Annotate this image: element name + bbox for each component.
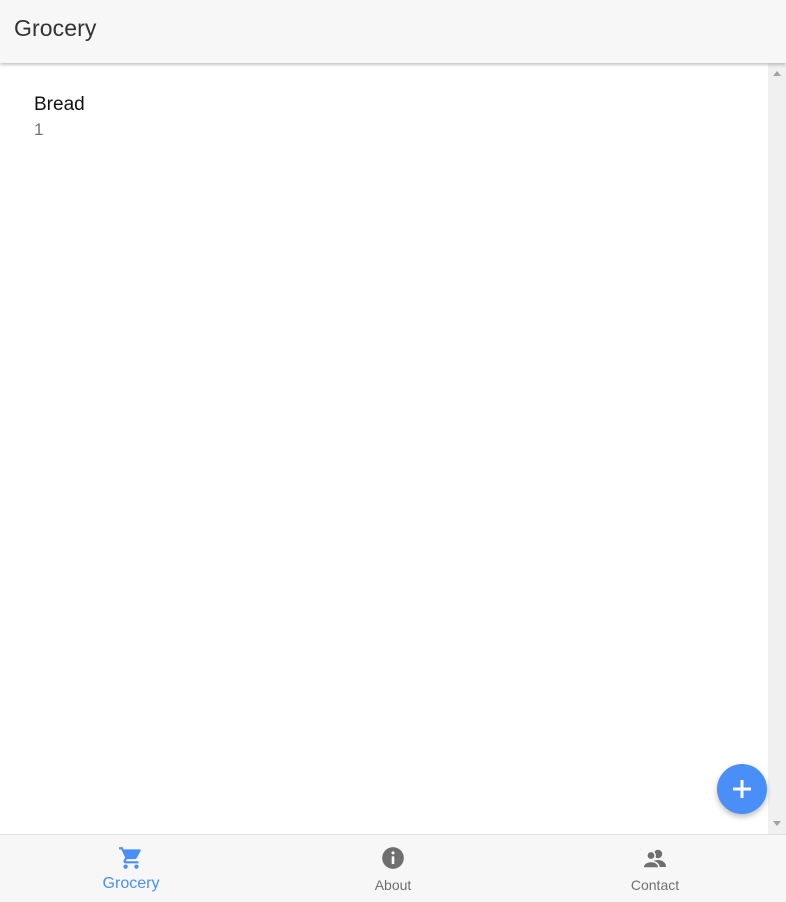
nav-label-grocery: Grocery (102, 875, 160, 892)
scroll-down-arrow-icon[interactable] (773, 821, 781, 826)
nav-item-grocery[interactable]: Grocery (0, 835, 262, 902)
info-icon (382, 847, 404, 869)
nav-label-about: About (374, 877, 412, 893)
grocery-list: Bread 1 (0, 63, 768, 834)
grocery-app: Grocery Bread 1 Grocery About Contact (0, 0, 786, 902)
nav-item-contact[interactable]: Contact (524, 835, 786, 902)
vertical-scrollbar[interactable] (768, 63, 786, 834)
plus-icon (733, 780, 751, 798)
list-item[interactable]: Bread 1 (34, 94, 85, 140)
item-quantity: 1 (34, 120, 44, 139)
scroll-up-arrow-icon[interactable] (773, 71, 781, 76)
app-header: Grocery (0, 0, 786, 63)
contacts-icon (642, 849, 666, 869)
bottom-navigation: Grocery About Contact (0, 834, 786, 902)
nav-item-about[interactable]: About (262, 835, 524, 902)
nav-label-contact: Contact (630, 877, 680, 893)
shopping-cart-icon (119, 847, 141, 869)
item-name: Bread (34, 94, 85, 115)
page-title: Grocery (14, 15, 97, 41)
add-item-button[interactable] (717, 764, 767, 814)
